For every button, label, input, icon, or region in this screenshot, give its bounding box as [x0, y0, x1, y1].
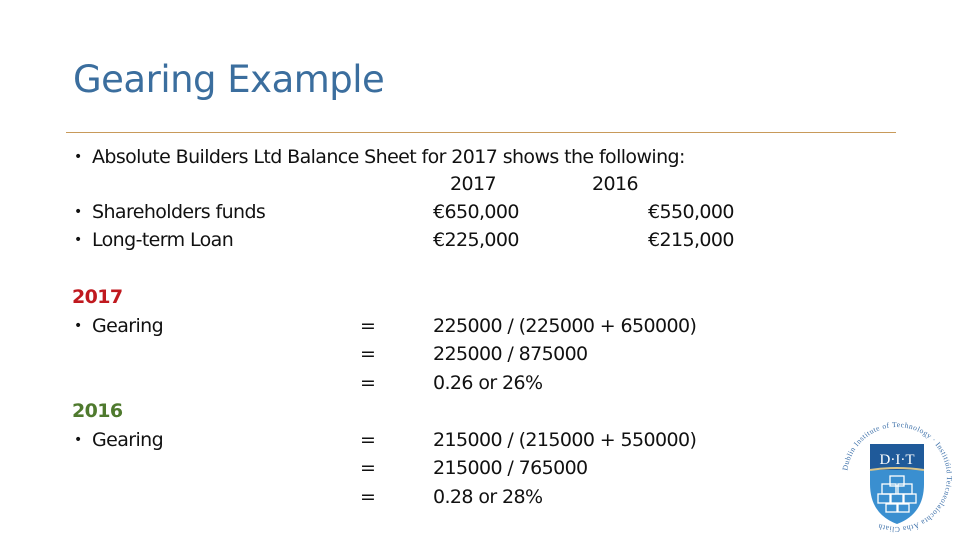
col-header-2017: 2017 — [450, 173, 497, 195]
equals-sign: = — [360, 457, 376, 479]
col-header-2016: 2016 — [592, 173, 639, 195]
logo-text: D·I·T — [880, 452, 915, 468]
equals-sign: = — [360, 429, 376, 451]
row-label-shareholders-funds: Shareholders funds — [74, 201, 266, 223]
long-term-loan-2016: €215,000 — [648, 229, 734, 251]
gearing-label-2016: Gearing — [74, 429, 164, 451]
gearing-2016-step-2: 215000 / 765000 — [433, 457, 588, 479]
gearing-2016-result: 0.28 or 28% — [433, 486, 543, 508]
dit-logo: Dublin Institute of Technology · Institi… — [838, 418, 956, 536]
gearing-2017-result: 0.26 or 26% — [433, 372, 543, 394]
section-year-2016: 2016 — [72, 400, 123, 422]
intro-bullet: Absolute Builders Ltd Balance Sheet for … — [74, 146, 685, 168]
gearing-2017-step-2: 225000 / 875000 — [433, 343, 588, 365]
equals-sign: = — [360, 372, 376, 394]
shareholders-funds-2016: €550,000 — [648, 201, 734, 223]
equals-sign: = — [360, 486, 376, 508]
title-divider — [66, 132, 896, 133]
equals-sign: = — [360, 315, 376, 337]
slide-title: Gearing Example — [73, 58, 385, 101]
gearing-label-2017: Gearing — [74, 315, 164, 337]
shareholders-funds-2017: €650,000 — [433, 201, 519, 223]
dit-crest-icon: Dublin Institute of Technology · Institi… — [840, 420, 953, 534]
row-label-long-term-loan: Long-term Loan — [74, 229, 234, 251]
equals-sign: = — [360, 343, 376, 365]
long-term-loan-2017: €225,000 — [433, 229, 519, 251]
gearing-2016-step-1: 215000 / (215000 + 550000) — [433, 429, 697, 451]
gearing-2017-step-1: 225000 / (225000 + 650000) — [433, 315, 697, 337]
section-year-2017: 2017 — [72, 286, 123, 308]
